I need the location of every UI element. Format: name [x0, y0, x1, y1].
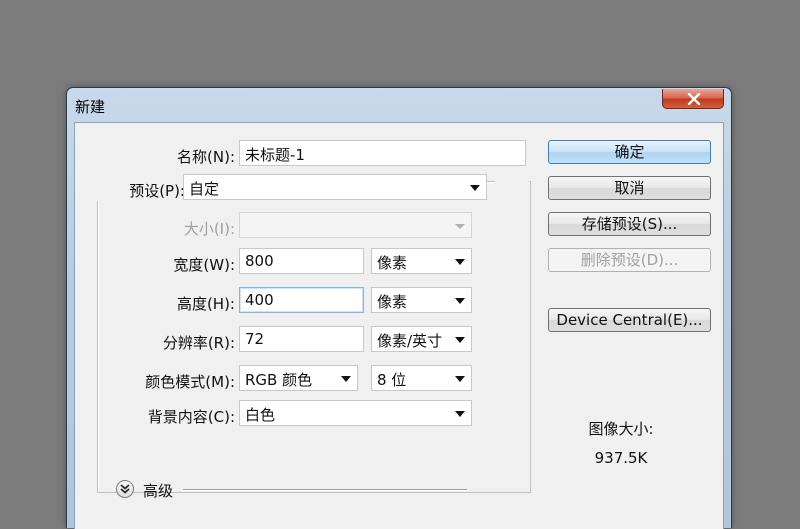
dialog-title: 新建: [75, 98, 106, 116]
resolution-label: 分辨率(R):: [162, 334, 235, 352]
double-chevron-down-icon: [120, 484, 130, 494]
chevron-down-icon: [455, 337, 465, 343]
device-central-button[interactable]: Device Central(E)...: [548, 308, 711, 332]
dialog-body: 名称(N): 未标题-1 预设(P): 自定 大小(I): 宽度(W): 800…: [74, 122, 724, 529]
background-value: 白色: [245, 406, 276, 424]
save-preset-button[interactable]: 存储预设(S)...: [548, 212, 711, 236]
name-label: 名称(N):: [177, 148, 235, 166]
close-button[interactable]: [662, 89, 724, 109]
new-document-dialog: 新建 名称(N): 未标题-1 预设(P): 自定 大小(I): 宽度(W): …: [66, 87, 732, 529]
bit-depth-value: 8 位: [377, 371, 407, 389]
name-input[interactable]: 未标题-1: [239, 140, 526, 166]
chevron-down-icon: [455, 411, 465, 417]
height-unit-select[interactable]: 像素: [371, 287, 472, 313]
image-size-label: 图像大小:: [588, 420, 654, 438]
width-label: 宽度(W):: [173, 256, 235, 274]
size-label: 大小(I):: [183, 220, 235, 238]
preset-label: 预设(P):: [83, 180, 189, 201]
advanced-label[interactable]: 高级: [143, 480, 173, 501]
background-label: 背景内容(C):: [147, 408, 235, 426]
height-input[interactable]: 400: [239, 287, 364, 313]
resolution-unit-select[interactable]: 像素/英寸: [371, 326, 472, 352]
close-icon: [687, 93, 701, 105]
image-size-value: 937.5K: [594, 449, 648, 467]
cancel-button[interactable]: 取消: [548, 176, 711, 200]
ok-button[interactable]: 确定: [548, 140, 711, 164]
title-bar[interactable]: 新建: [67, 88, 731, 122]
chevron-down-icon: [455, 259, 465, 265]
bit-depth-select[interactable]: 8 位: [371, 365, 472, 391]
size-select[interactable]: [239, 212, 472, 238]
width-unit-value: 像素: [377, 254, 408, 272]
color-mode-select[interactable]: RGB 颜色: [239, 365, 358, 391]
advanced-toggle-button[interactable]: [116, 480, 134, 498]
preset-value: 自定: [189, 180, 220, 198]
chevron-down-icon: [455, 224, 465, 229]
resolution-input[interactable]: 72: [239, 326, 364, 352]
resolution-unit-value: 像素/英寸: [377, 332, 443, 350]
color-mode-label: 颜色模式(M):: [145, 373, 235, 391]
width-input[interactable]: 800: [239, 248, 364, 274]
height-label: 高度(H):: [176, 295, 235, 313]
preset-select[interactable]: 自定: [183, 174, 487, 200]
width-unit-select[interactable]: 像素: [371, 248, 472, 274]
chevron-down-icon: [341, 376, 351, 382]
chevron-down-icon: [470, 185, 480, 191]
chevron-down-icon: [455, 376, 465, 382]
group-gap: [495, 181, 529, 183]
chevron-down-icon: [455, 298, 465, 304]
color-mode-value: RGB 颜色: [245, 371, 313, 389]
delete-preset-button[interactable]: 删除预设(D)...: [548, 248, 711, 272]
height-unit-value: 像素: [377, 293, 408, 311]
background-select[interactable]: 白色: [239, 400, 472, 426]
advanced-divider: [183, 489, 467, 491]
